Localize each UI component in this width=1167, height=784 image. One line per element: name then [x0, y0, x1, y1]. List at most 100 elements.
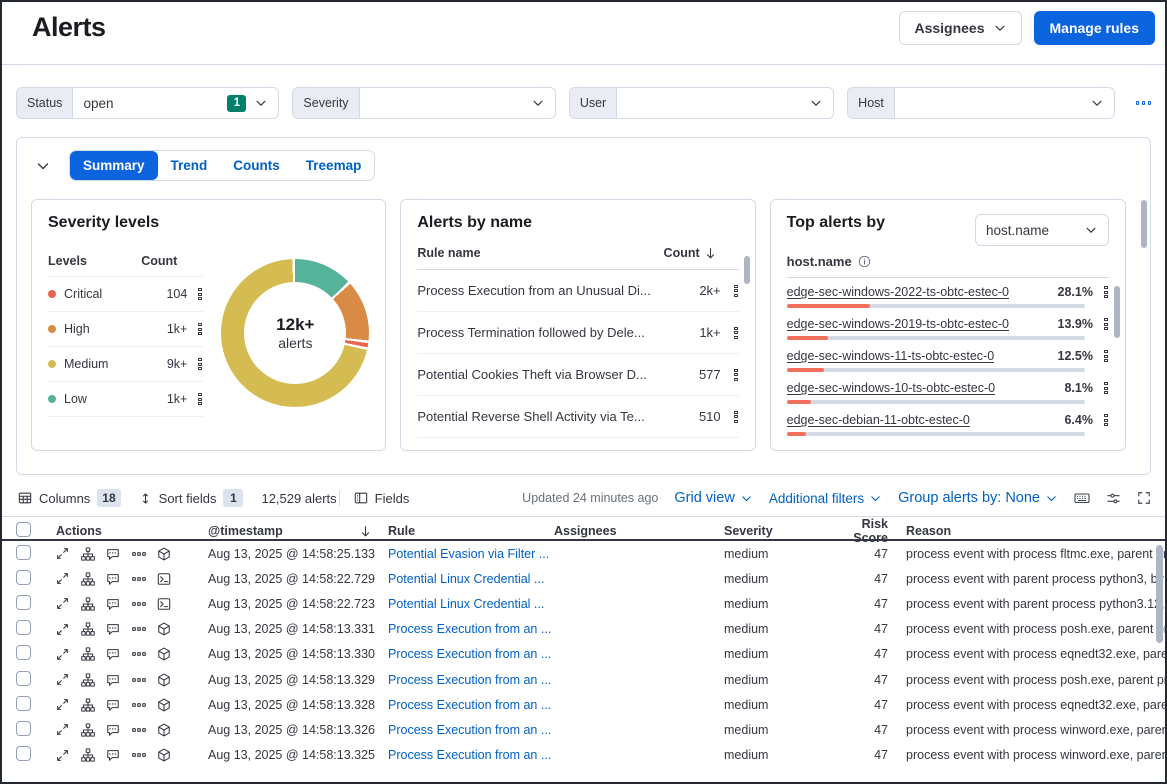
grid-view-button[interactable]: Grid view	[674, 490, 752, 506]
row-actions-icon[interactable]	[197, 322, 203, 336]
terminal-event-icon[interactable]	[157, 572, 171, 586]
tab-counts[interactable]: Counts	[220, 151, 293, 180]
row-actions-icon[interactable]	[1103, 381, 1109, 395]
collapse-section-button[interactable]	[31, 154, 55, 178]
more-actions-icon[interactable]	[132, 673, 146, 687]
top-alerts-field-select[interactable]: host.name	[975, 214, 1109, 246]
comment-icon[interactable]	[106, 622, 120, 636]
row-checkbox[interactable]	[16, 595, 31, 610]
row-actions-icon[interactable]	[733, 368, 739, 382]
fields-button[interactable]: Fields	[354, 491, 410, 506]
alert-rule-link[interactable]: Process Execution from an ...	[388, 698, 554, 712]
analyze-event-icon[interactable]	[81, 673, 95, 687]
analyze-event-icon[interactable]	[81, 647, 95, 661]
row-actions-icon[interactable]	[197, 287, 203, 301]
more-actions-icon[interactable]	[132, 698, 146, 712]
col-rule[interactable]: Rule	[388, 524, 554, 538]
tab-trend[interactable]: Trend	[158, 151, 221, 180]
analyze-event-icon[interactable]	[81, 748, 95, 762]
expand-alert-icon[interactable]	[56, 572, 69, 585]
expand-alert-icon[interactable]	[56, 749, 69, 762]
rule-name[interactable]: Process Termination followed by Dele...	[417, 325, 662, 340]
count-col[interactable]: Count	[664, 246, 700, 260]
comment-icon[interactable]	[106, 647, 120, 661]
expand-alert-icon[interactable]	[56, 673, 69, 686]
select-all-checkbox[interactable]	[16, 522, 31, 537]
additional-filters-button[interactable]: Additional filters	[769, 491, 882, 506]
row-actions-icon[interactable]	[197, 357, 203, 371]
row-actions-icon[interactable]	[1103, 349, 1109, 363]
analyze-event-icon[interactable]	[81, 622, 95, 636]
expand-alert-icon[interactable]	[56, 698, 69, 711]
row-checkbox[interactable]	[16, 671, 31, 686]
col-reason[interactable]: Reason	[892, 524, 1165, 538]
comment-icon[interactable]	[106, 547, 120, 561]
host-name[interactable]: edge-sec-windows-2022-ts-obtc-estec-0	[787, 285, 1009, 299]
expand-alert-icon[interactable]	[56, 547, 69, 560]
alert-rule-link[interactable]: Process Execution from an ...	[388, 647, 554, 661]
group-alerts-by-button[interactable]: Group alerts by: None	[898, 490, 1058, 506]
section-scrollbar[interactable]	[1141, 200, 1147, 248]
host-name[interactable]: edge-sec-windows-10-ts-obtc-estec-0	[787, 381, 995, 395]
expand-alert-icon[interactable]	[56, 723, 69, 736]
more-actions-icon[interactable]	[132, 748, 146, 762]
comment-icon[interactable]	[106, 597, 120, 611]
comment-icon[interactable]	[106, 673, 120, 687]
comment-icon[interactable]	[106, 698, 120, 712]
comment-icon[interactable]	[106, 723, 120, 737]
alert-rule-link[interactable]: Potential Evasion via Filter ...	[388, 547, 554, 561]
more-actions-icon[interactable]	[132, 647, 146, 661]
host-filter[interactable]: Host	[847, 87, 1114, 119]
analyze-event-icon[interactable]	[81, 698, 95, 712]
row-actions-icon[interactable]	[1103, 413, 1109, 427]
comment-icon[interactable]	[106, 748, 120, 762]
alert-rule-link[interactable]: Process Execution from an ...	[388, 622, 554, 636]
analyze-event-icon[interactable]	[81, 723, 95, 737]
manage-rules-button[interactable]: Manage rules	[1034, 11, 1155, 45]
info-icon[interactable]	[858, 255, 871, 268]
table-scrollbar[interactable]	[1156, 545, 1163, 643]
alert-rule-link[interactable]: Process Execution from an ...	[388, 673, 554, 687]
tab-treemap[interactable]: Treemap	[293, 151, 375, 180]
alert-rule-link[interactable]: Potential Linux Credential ...	[388, 597, 554, 611]
row-checkbox[interactable]	[16, 645, 31, 660]
fullscreen-icon[interactable]	[1137, 491, 1151, 505]
more-actions-icon[interactable]	[132, 597, 146, 611]
host-name[interactable]: edge-sec-debian-11-obtc-estec-0	[787, 413, 970, 427]
row-actions-icon[interactable]	[197, 392, 203, 406]
alert-rule-link[interactable]: Potential Linux Credential ...	[388, 572, 554, 586]
row-actions-icon[interactable]	[733, 410, 739, 424]
process-event-icon[interactable]	[157, 748, 171, 762]
user-filter[interactable]: User	[569, 87, 834, 119]
process-event-icon[interactable]	[157, 673, 171, 687]
keyboard-shortcuts-icon[interactable]	[1074, 490, 1090, 506]
row-actions-icon[interactable]	[1103, 285, 1109, 299]
severity-donut-chart[interactable]: 12k+ alerts	[221, 259, 369, 407]
host-name[interactable]: edge-sec-windows-11-ts-obtc-estec-0	[787, 349, 995, 363]
process-event-icon[interactable]	[157, 622, 171, 636]
process-event-icon[interactable]	[157, 723, 171, 737]
row-actions-icon[interactable]	[733, 326, 739, 340]
sort-fields-button[interactable]: Sort fields 1	[139, 489, 244, 507]
more-filters-icon[interactable]	[1136, 101, 1152, 105]
status-filter[interactable]: Status open 1	[16, 87, 279, 119]
row-checkbox[interactable]	[16, 570, 31, 585]
row-actions-icon[interactable]	[733, 284, 739, 298]
more-actions-icon[interactable]	[132, 547, 146, 561]
host-name[interactable]: edge-sec-windows-2019-ts-obtc-estec-0	[787, 317, 1009, 331]
comment-icon[interactable]	[106, 572, 120, 586]
col-assignees[interactable]: Assignees	[554, 524, 724, 538]
alert-rule-link[interactable]: Process Execution from an ...	[388, 748, 554, 762]
row-checkbox[interactable]	[16, 696, 31, 711]
row-checkbox[interactable]	[16, 545, 31, 560]
more-actions-icon[interactable]	[132, 723, 146, 737]
expand-alert-icon[interactable]	[56, 623, 69, 636]
row-checkbox[interactable]	[16, 746, 31, 761]
analyze-event-icon[interactable]	[81, 572, 95, 586]
scrollbar[interactable]	[1114, 286, 1120, 338]
analyze-event-icon[interactable]	[81, 597, 95, 611]
scrollbar[interactable]	[744, 256, 750, 284]
analyze-event-icon[interactable]	[81, 547, 95, 561]
row-checkbox[interactable]	[16, 620, 31, 635]
rule-name[interactable]: Potential Cookies Theft via Browser D...	[417, 367, 662, 382]
